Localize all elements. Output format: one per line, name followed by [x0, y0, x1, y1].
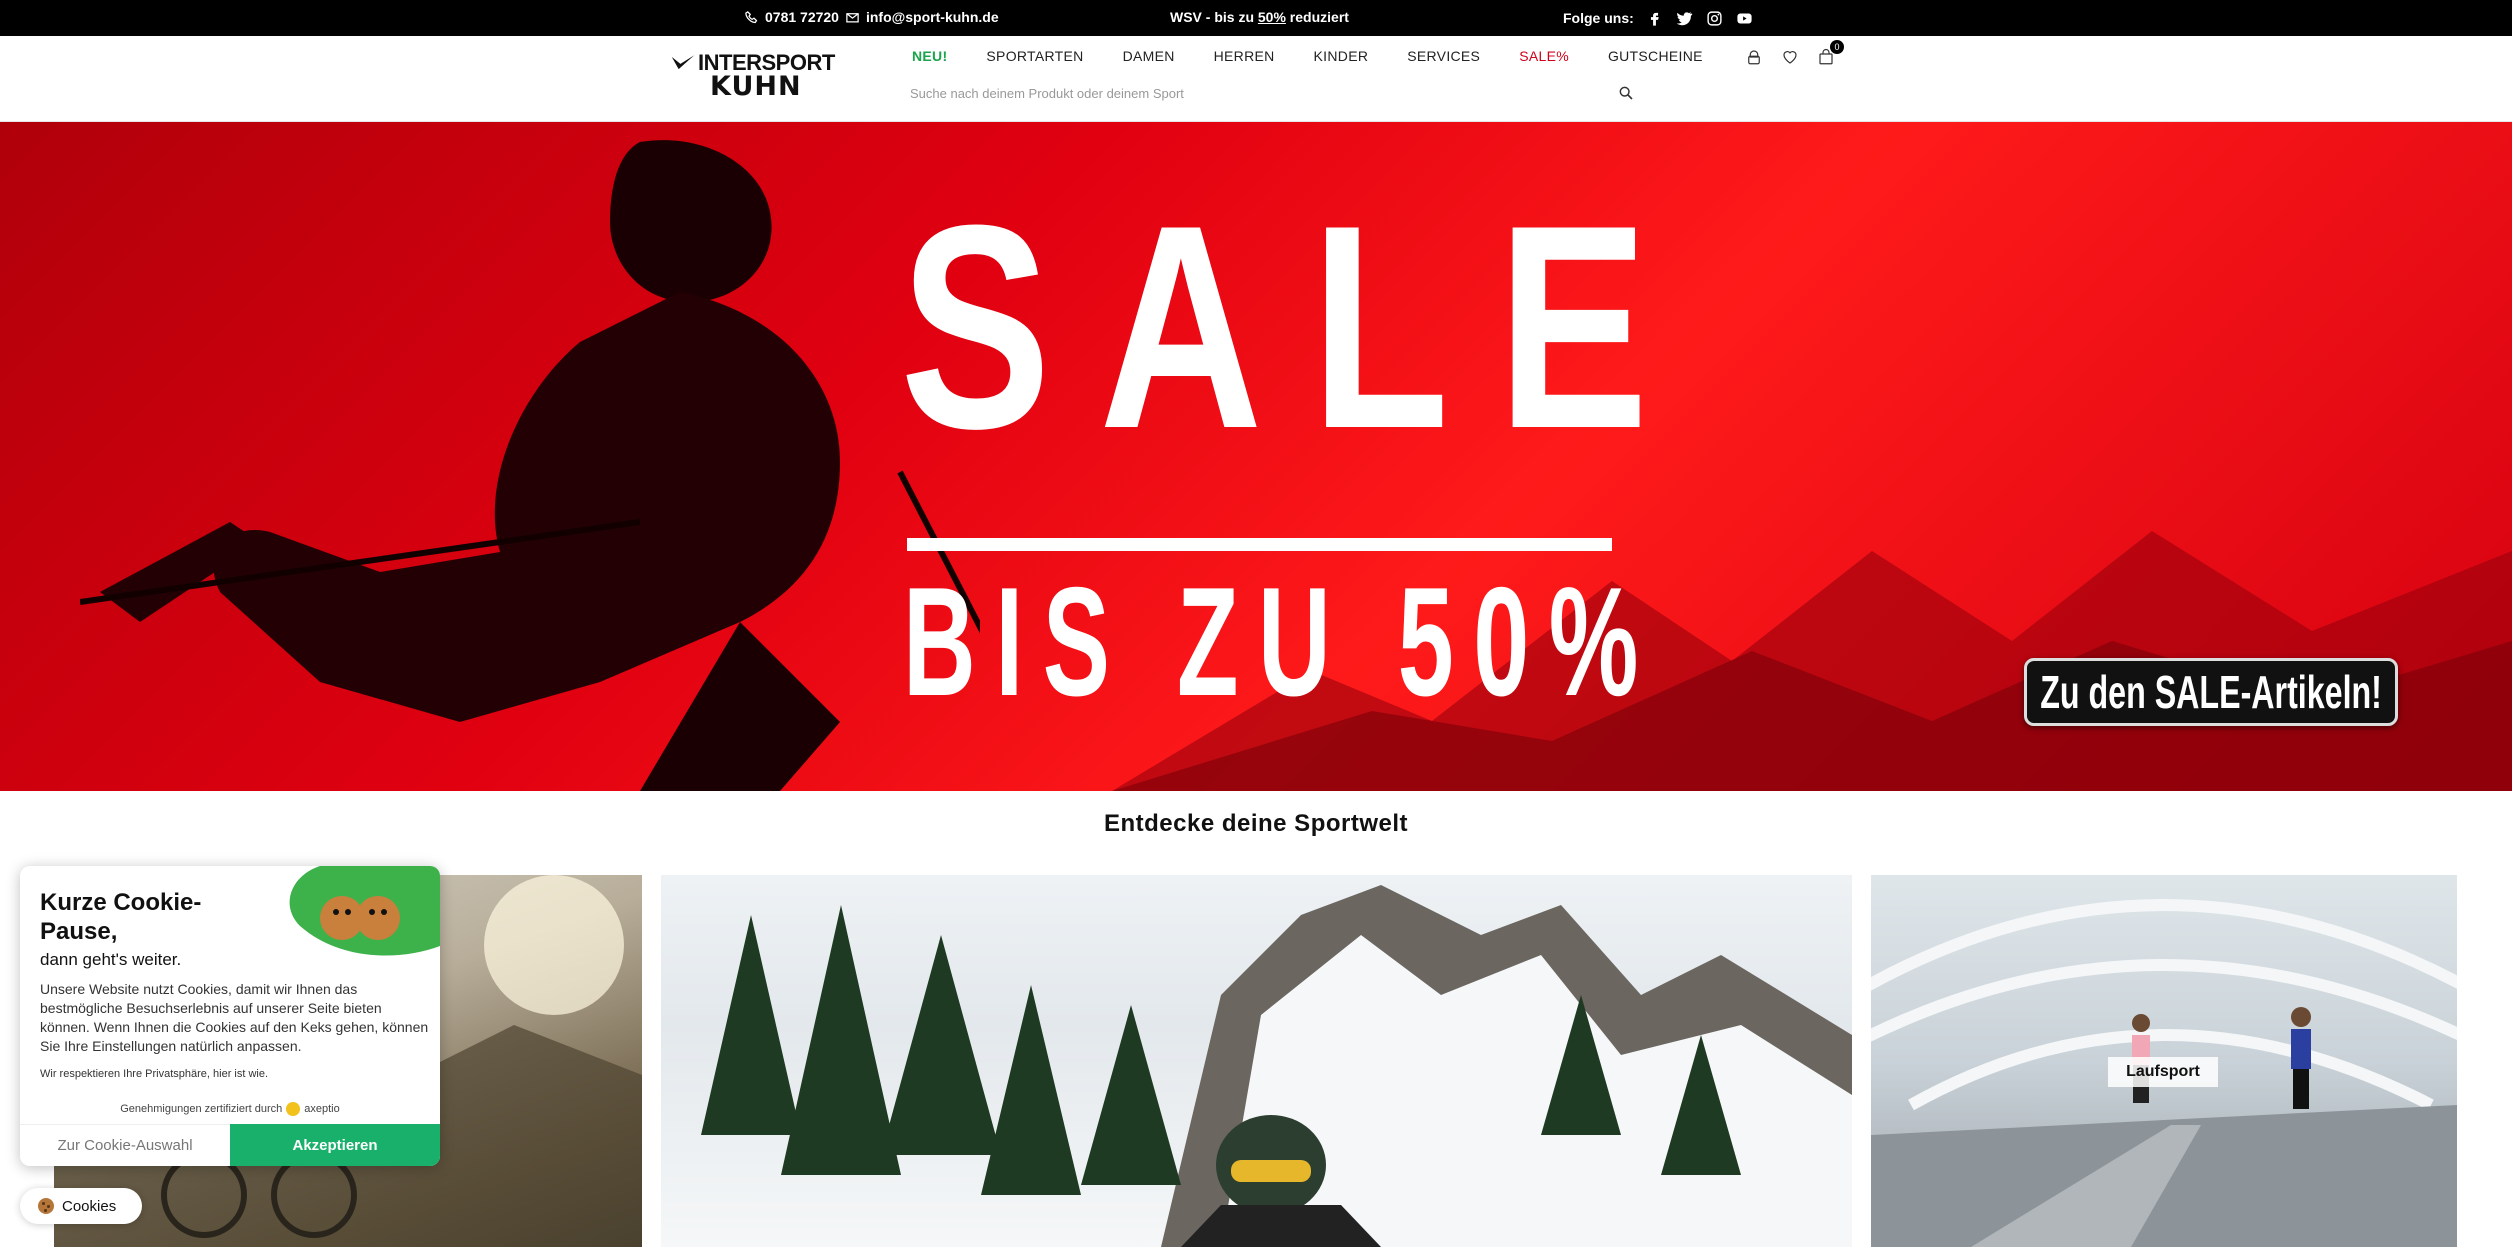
sale-cta-button[interactable]: Zu den SALE-Artikeln! [2024, 658, 2398, 726]
account-icon[interactable] [1745, 48, 1763, 66]
search-icon[interactable] [1618, 85, 1634, 101]
cookie-mascot-icon [289, 866, 440, 956]
logo-line2: KUHN [710, 71, 802, 102]
hero-divider [907, 538, 1612, 551]
cookie-subtitle: dann geht's weiter. [40, 950, 182, 969]
intersport-swoosh-icon [671, 55, 695, 70]
nav-item-herren[interactable]: HERREN [1214, 48, 1275, 64]
nav-item-neu[interactable]: NEU! [912, 48, 947, 64]
cookie-certification: Genehmigungen zertifiziert durch axeptio [20, 1102, 440, 1116]
nav-item-damen[interactable]: DAMEN [1123, 48, 1175, 64]
contact-info: 0781 72720 info@sport-kuhn.de [744, 9, 999, 25]
top-info-bar: 0781 72720 info@sport-kuhn.de WSV - bis … [0, 0, 2512, 36]
category-label-running[interactable]: Laufsport [2108, 1057, 2218, 1087]
cart-count-badge: 0 [1830, 40, 1844, 54]
cart-bag-icon[interactable]: 0 [1817, 40, 1844, 66]
skier-silhouette [80, 140, 980, 791]
nav-item-kinder[interactable]: KINDER [1314, 48, 1369, 64]
email-link[interactable]: info@sport-kuhn.de [866, 9, 999, 25]
category-card-ski[interactable] [661, 875, 1852, 1247]
nav-item-sportarten[interactable]: SPORTARTEN [986, 48, 1083, 64]
hero-sale-banner[interactable]: SALE BIS ZU 50% Zu den SALE-Artikeln! [0, 122, 2512, 791]
promo-highlight: 50% [1257, 9, 1286, 25]
search-bar [910, 80, 1634, 106]
axeptio-logo-icon [286, 1102, 301, 1116]
nav-item-sale[interactable]: SALE% [1519, 48, 1569, 64]
promo-prefix: WSV - bis zu [1170, 9, 1258, 25]
section-title: Entdecke deine Sportwelt [1103, 810, 1409, 837]
phone-icon [745, 10, 758, 23]
nav-item-gutscheine[interactable]: GUTSCHEINE [1608, 48, 1703, 64]
cookie-pill-label: Cookies [62, 1197, 117, 1215]
ski-mountain-image [701, 885, 1852, 1247]
facebook-icon[interactable] [1646, 9, 1664, 27]
cookie-privacy-link[interactable]: Wir respektieren Ihre Privatsphäre, hier… [40, 1068, 268, 1080]
cookie-icon [38, 1198, 54, 1214]
search-input[interactable] [910, 80, 1634, 106]
cookie-body-text: Unsere Website nutzt Cookies, damit wir … [40, 981, 429, 1054]
cookie-consent-dialog: Kurze Cookie-Pause, dann geht's weiter. … [20, 866, 440, 1166]
cert-brand: axeptio [304, 1103, 340, 1115]
cookie-choice-button[interactable]: Zur Cookie-Auswahl [20, 1124, 230, 1166]
site-header: INTERSPORT KUHN NEU! SPORTARTEN DAMEN HE… [0, 36, 2512, 122]
youtube-icon[interactable] [1736, 9, 1754, 27]
promo-text: WSV - bis zu 50% reduziert [1170, 9, 1349, 25]
cookie-title: Kurze Cookie-Pause, [40, 889, 202, 945]
main-nav: NEU! SPORTARTEN DAMEN HERREN KINDER SERV… [912, 48, 1742, 64]
sale-cta-label: Zu den SALE-Artikeln! [2040, 666, 2382, 718]
mail-icon [846, 12, 859, 22]
cookie-buttons: Zur Cookie-Auswahl Akzeptieren [20, 1124, 440, 1166]
site-logo[interactable]: INTERSPORT KUHN [670, 52, 852, 108]
cookie-accept-button[interactable]: Akzeptieren [230, 1124, 440, 1166]
instagram-icon[interactable] [1706, 9, 1724, 27]
cert-text: Genehmigungen zertifiziert durch [120, 1103, 283, 1115]
wishlist-heart-icon[interactable] [1781, 48, 1799, 66]
cookie-settings-pill[interactable]: Cookies [20, 1188, 142, 1224]
social-follow: Folge uns: [1563, 9, 1754, 27]
follow-label: Folge uns: [1563, 10, 1634, 26]
promo-suffix: reduziert [1285, 9, 1349, 25]
hero-subline: BIS ZU 50% [903, 555, 1658, 728]
hero-headline: SALE [900, 165, 1697, 489]
twitter-icon[interactable] [1676, 9, 1694, 27]
nav-item-services[interactable]: SERVICES [1407, 48, 1480, 64]
phone-number[interactable]: 0781 72720 [765, 9, 839, 25]
header-icons: 0 [1745, 40, 1844, 66]
